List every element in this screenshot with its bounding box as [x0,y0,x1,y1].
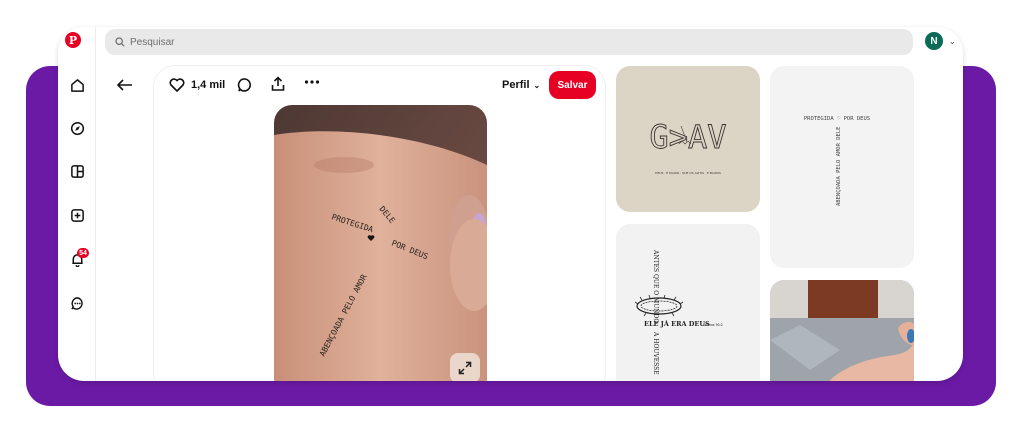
back-arrow-button[interactable] [115,75,135,95]
pin-image-tattoo-arm[interactable]: PROTEGIDA DELE POR DEUS ABENÇOADA PELO A… [274,105,487,381]
home-icon[interactable] [65,73,89,97]
related-pin-crown-cross[interactable]: ANTES QUE O MUNDO ELE JÁ ERA DEUS Salmos… [616,224,760,381]
related-pin-gav[interactable]: G>AV DEUS · É MAIOR · QUE OS ALTOS · E B… [616,66,760,212]
gav-symbol-text: G>AV [649,118,726,156]
pin-detail-card: 1,4 mil Perfil ⌄ Salvar PROTEGIDA DELE P… [153,65,606,381]
more-options-button[interactable] [304,79,320,85]
share-button[interactable] [270,76,286,92]
expand-arrows-icon [458,361,472,375]
user-avatar[interactable]: N [925,32,943,50]
crown-vertical-bottom-text: A HOUVESSE [652,331,659,375]
search-bar[interactable]: Pesquisar [105,29,913,55]
related-pin-hand-photo[interactable] [770,280,914,381]
crown-cross-tattoo-image: ANTES QUE O MUNDO ELE JÁ ERA DEUS Salmos… [634,249,723,375]
search-input-placeholder: Pesquisar [130,36,175,48]
gav-tattoo-image: G>AV DEUS · É MAIOR · QUE OS ALTOS · E B… [649,118,727,175]
hand-photo-image [770,280,914,381]
heart-icon [169,78,185,92]
sidebar: P 54 [58,27,96,381]
account-chevron-down-icon[interactable]: ⌄ [949,37,956,46]
crown-vertical-top-text: ANTES QUE O MUNDO [652,249,659,323]
pinterest-window: P 54 Pesquisar N ⌄ 1,4 mil Perfil ⌄ Salv… [58,27,963,381]
share-upload-icon [271,76,285,91]
protegida-cross-tattoo-image: PROTEGIDA ♡ POR DEUS ABENÇOADA PELO AMOR… [804,116,870,206]
crown-horizontal-text: ELE JÁ ERA DEUS [644,319,710,328]
like-count: 1,4 mil [191,79,226,91]
cross-vertical-text: ABENÇOADA PELO AMOR DELE [836,127,842,206]
gav-caption-text: DEUS · É MAIOR · QUE OS ALTOS · E BAIXOS [655,170,721,175]
messages-icon[interactable] [65,291,89,315]
crown-ref-text: Salmos 90:2 [703,323,723,327]
tattoo-arm-image: PROTEGIDA DELE POR DEUS ABENÇOADA PELO A… [274,105,487,381]
pinterest-logo-icon[interactable]: P [65,32,81,48]
profile-dropdown[interactable]: Perfil ⌄ [502,79,540,91]
search-icon [115,37,125,47]
save-button[interactable]: Salvar [549,71,596,99]
chevron-down-icon: ⌄ [533,80,541,90]
create-plus-icon[interactable] [65,203,89,227]
comment-icon [237,78,251,92]
ellipsis-icon [304,80,320,84]
comment-button[interactable] [237,77,253,93]
notifications-bell-icon[interactable]: 54 [65,247,89,271]
boards-icon[interactable] [65,159,89,183]
profile-label: Perfil [502,79,530,91]
cross-horizontal-text: PROTEGIDA ♡ POR DEUS [804,116,870,122]
expand-image-button[interactable] [450,353,480,381]
like-button[interactable]: 1,4 mil [169,78,225,92]
explore-compass-icon[interactable] [65,116,89,140]
notifications-badge: 54 [77,248,89,258]
related-pin-protegida-cross[interactable]: PROTEGIDA ♡ POR DEUS ABENÇOADA PELO AMOR… [770,66,914,268]
